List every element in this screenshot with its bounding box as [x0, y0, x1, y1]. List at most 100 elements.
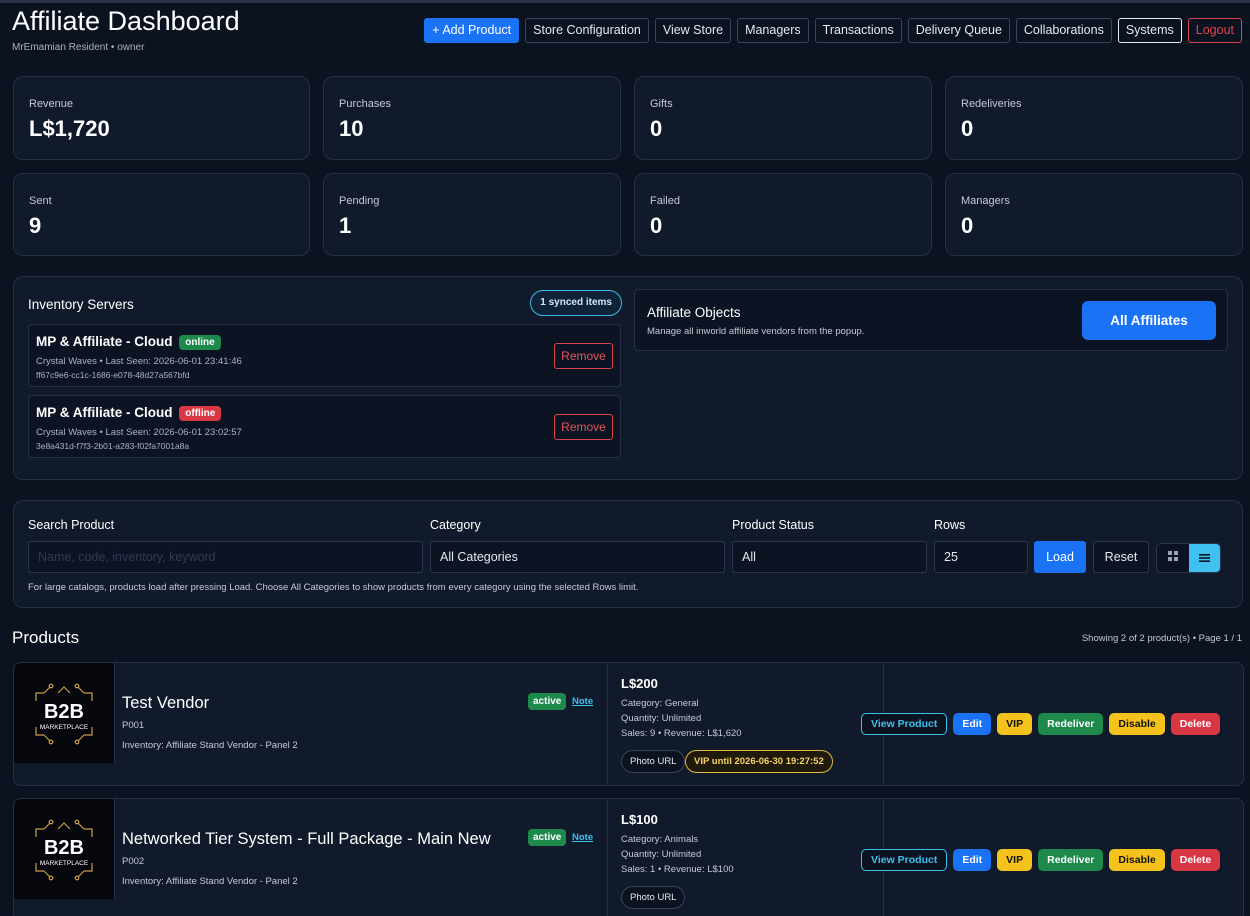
server-status-badge: online	[179, 335, 221, 350]
server-name-text: MP & Affiliate - Cloud	[36, 334, 173, 349]
product-quantity: Quantity: Unlimited	[621, 849, 702, 860]
logo-subtext: MARKETPLACE	[40, 724, 89, 731]
redeliver-button[interactable]: Redeliver	[1038, 713, 1104, 735]
stat-label: Purchases	[339, 98, 391, 110]
search-label: Search Product	[28, 518, 115, 532]
view-product-button[interactable]: View Product	[861, 849, 948, 871]
stat-card-sent: Sent 9	[13, 173, 310, 256]
vip-until-chip: VIP until 2026-06-30 19:27:52	[685, 750, 833, 773]
stat-card-purchases: Purchases 10	[323, 76, 621, 160]
product-code: P002	[122, 856, 145, 867]
disable-button[interactable]: Disable	[1109, 849, 1165, 871]
view-product-button[interactable]: View Product	[861, 713, 948, 735]
stat-value: 0	[650, 116, 663, 141]
status-select[interactable]: All	[732, 541, 927, 573]
server-meta: Crystal Waves • Last Seen: 2026-06-01 23…	[36, 356, 242, 367]
list-icon[interactable]	[1189, 544, 1220, 572]
affiliate-objects-title: Affiliate Objects	[647, 305, 741, 320]
stat-value: 0	[961, 213, 974, 238]
product-price: L$100	[621, 812, 658, 827]
logo-text: B2B	[44, 701, 84, 723]
product-info: Networked Tier System - Full Package - M…	[115, 799, 608, 916]
photo-url-chip[interactable]: Photo URL	[621, 886, 686, 909]
stat-label: Managers	[961, 195, 1010, 207]
edit-button[interactable]: Edit	[953, 713, 992, 735]
edit-button[interactable]: Edit	[953, 849, 992, 871]
logout-button[interactable]: Logout	[1187, 18, 1242, 43]
vip-button[interactable]: VIP	[997, 849, 1033, 871]
category-select[interactable]: All Categories	[430, 541, 725, 573]
remove-server-button[interactable]: Remove	[554, 343, 613, 369]
product-info: Test Vendor P001 Inventory: Affiliate St…	[115, 663, 608, 785]
affiliate-objects-description: Manage all inworld affiliate vendors fro…	[647, 326, 865, 337]
filter-hint: For large catalogs, products load after …	[28, 582, 639, 593]
store-configuration-button[interactable]: Store Configuration	[525, 18, 649, 43]
product-code: P001	[122, 720, 145, 731]
stat-label: Failed	[650, 195, 680, 207]
rows-label: Rows	[934, 518, 966, 532]
affiliate-objects-box: Affiliate Objects Manage all inworld aff…	[634, 289, 1228, 351]
b2b-logo-icon: B2B MARKETPLACE	[35, 819, 93, 881]
delivery-queue-button[interactable]: Delivery Queue	[907, 18, 1010, 43]
stat-card-failed: Failed 0	[634, 173, 932, 256]
redeliver-button[interactable]: Redeliver	[1038, 849, 1104, 871]
products-title: Products	[12, 628, 80, 647]
product-inventory: Inventory: Affiliate Stand Vendor - Pane…	[122, 876, 298, 887]
product-row: B2B MARKETPLACE Test Vendor P001 Invento…	[13, 662, 1244, 786]
vip-button[interactable]: VIP	[997, 713, 1033, 735]
delete-button[interactable]: Delete	[1170, 713, 1221, 735]
view-store-button[interactable]: View Store	[654, 18, 732, 43]
logo-text: B2B	[44, 837, 84, 859]
note-link[interactable]: Note	[572, 696, 593, 707]
reset-button[interactable]: Reset	[1093, 541, 1149, 573]
status-label: Product Status	[732, 518, 814, 532]
product-row: B2B MARKETPLACE Networked Tier System - …	[13, 798, 1244, 916]
product-name: Networked Tier System - Full Package - M…	[122, 830, 491, 848]
add-product-button[interactable]: + Add Product	[424, 18, 520, 43]
stat-label: Pending	[339, 195, 380, 207]
stat-card-revenue: Revenue L$1,720	[13, 76, 310, 160]
managers-button[interactable]: Managers	[737, 18, 809, 43]
top-nav: + Add Product Store Configuration View S…	[424, 18, 1242, 43]
server-card: MP & Affiliate - Cloud offline Crystal W…	[28, 395, 621, 458]
stat-label: Sent	[29, 195, 52, 207]
stat-value: 1	[339, 213, 352, 238]
stat-card-managers: Managers 0	[945, 173, 1243, 256]
systems-button[interactable]: Systems	[1117, 18, 1182, 43]
photo-url-chip[interactable]: Photo URL	[621, 750, 686, 773]
inventory-header: Inventory Servers 1 synced items	[28, 290, 622, 318]
product-price: L$200	[621, 676, 658, 691]
stat-label: Revenue	[29, 98, 74, 110]
rows-input[interactable]: 25	[934, 541, 1028, 573]
search-input[interactable]	[28, 541, 423, 573]
server-name-text: MP & Affiliate - Cloud	[36, 405, 173, 420]
stat-label: Redeliveries	[961, 98, 1022, 110]
pagination-info: Showing 2 of 2 product(s) • Page 1 / 1	[1081, 633, 1242, 644]
disable-button[interactable]: Disable	[1109, 713, 1165, 735]
user-subtitle: MrEmamian Resident • owner	[12, 42, 145, 53]
delete-button[interactable]: Delete	[1170, 849, 1221, 871]
b2b-logo-icon: B2B MARKETPLACE	[35, 683, 93, 745]
collaborations-button[interactable]: Collaborations	[1015, 18, 1112, 43]
product-inventory: Inventory: Affiliate Stand Vendor - Pane…	[122, 740, 298, 751]
transactions-button[interactable]: Transactions	[814, 18, 902, 43]
stat-card-pending: Pending 1	[323, 173, 621, 256]
server-name: MP & Affiliate - Cloud offline	[36, 405, 222, 421]
server-status-badge: offline	[179, 406, 222, 421]
stat-value: 0	[961, 116, 974, 141]
server-meta: Crystal Waves • Last Seen: 2026-06-01 23…	[36, 427, 242, 438]
inventory-title: Inventory Servers	[28, 297, 134, 312]
product-quantity: Quantity: Unlimited	[621, 713, 702, 724]
note-link[interactable]: Note	[572, 832, 593, 843]
status-badge: active	[528, 693, 567, 710]
grid-icon[interactable]	[1157, 544, 1189, 572]
top-border	[0, 0, 1250, 3]
server-name: MP & Affiliate - Cloud online	[36, 334, 221, 350]
load-button[interactable]: Load	[1034, 541, 1086, 573]
product-thumbnail: B2B MARKETPLACE	[14, 663, 115, 763]
remove-server-button[interactable]: Remove	[554, 414, 613, 440]
stat-value: 0	[650, 213, 663, 238]
stat-card-redeliveries: Redeliveries 0	[945, 76, 1243, 160]
all-affiliates-button[interactable]: All Affiliates	[1082, 301, 1216, 340]
product-category: Category: General	[621, 698, 699, 709]
